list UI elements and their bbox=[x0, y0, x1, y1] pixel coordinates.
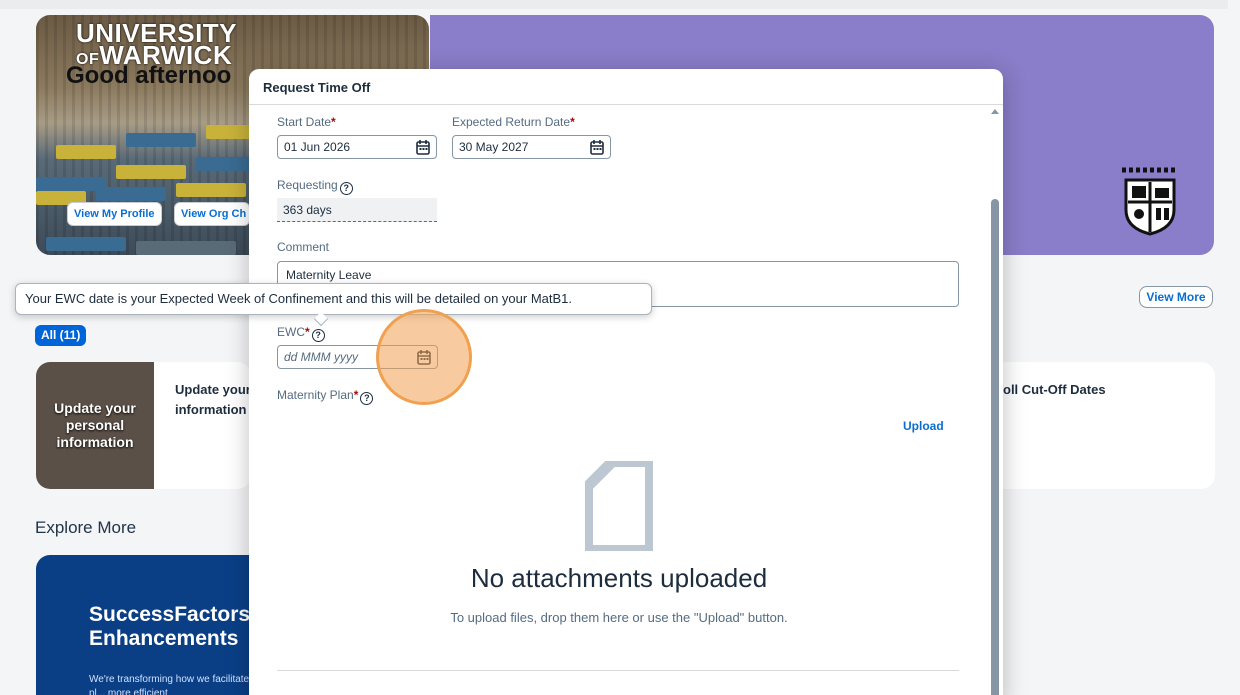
start-date-label: Start Date* bbox=[277, 115, 336, 129]
view-my-profile-button[interactable]: View My Profile bbox=[67, 202, 162, 226]
card-payroll-dates[interactable]: oll Cut-Off Dates bbox=[1003, 362, 1215, 489]
dialog-scrollbar[interactable] bbox=[988, 107, 1002, 695]
click-highlight-marker bbox=[376, 309, 472, 405]
university-crest-icon bbox=[1122, 167, 1178, 236]
divider bbox=[277, 670, 959, 671]
card-thumbnail-image: Update your personal information bbox=[36, 362, 154, 489]
dialog-title: Request Time Off bbox=[263, 80, 371, 95]
calendar-icon[interactable] bbox=[416, 139, 430, 155]
section-title-explore: Explore More bbox=[35, 518, 137, 537]
page-scrollbar[interactable] bbox=[1228, 0, 1240, 695]
help-icon[interactable]: ? bbox=[311, 329, 325, 342]
card-heading: Update your information bbox=[175, 382, 251, 417]
calendar-icon[interactable] bbox=[590, 139, 604, 155]
view-more-button[interactable]: View More bbox=[1139, 286, 1213, 308]
view-org-chart-button[interactable]: View Org Ch bbox=[174, 202, 250, 226]
maternity-plan-label: Maternity Plan*? bbox=[277, 388, 374, 405]
help-icon[interactable]: ? bbox=[339, 182, 353, 195]
requesting-label: Requesting? bbox=[277, 178, 353, 195]
scrollbar-thumb[interactable] bbox=[991, 199, 999, 695]
return-date-field[interactable]: 30 May 2027 bbox=[452, 135, 611, 159]
upload-button[interactable]: Upload bbox=[903, 419, 944, 433]
card-update-info[interactable]: Update your personal information Update … bbox=[36, 362, 251, 489]
start-date-field[interactable]: 01 Jun 2026 bbox=[277, 135, 437, 159]
top-bar bbox=[0, 0, 1240, 9]
help-icon[interactable]: ? bbox=[360, 392, 374, 405]
return-date-label: Expected Return Date* bbox=[452, 115, 575, 129]
comment-label: Comment bbox=[277, 240, 330, 254]
greeting-heading: Good afternoo bbox=[66, 62, 232, 89]
scroll-up-icon[interactable] bbox=[991, 109, 999, 114]
document-icon bbox=[585, 461, 653, 551]
empty-state-subtitle: To upload files, drop them here or use t… bbox=[450, 610, 788, 625]
dialog-header: Request Time Off bbox=[249, 69, 1003, 105]
card-heading: oll Cut-Off Dates bbox=[1003, 382, 1106, 397]
requesting-value: 363 days bbox=[277, 198, 437, 222]
ewc-help-tooltip: Your EWC date is your Expected Week of C… bbox=[15, 283, 652, 327]
request-time-off-dialog: Request Time Off Start Date* 01 Jun 2026… bbox=[249, 69, 1003, 695]
empty-state-title: No attachments uploaded bbox=[470, 563, 768, 593]
ewc-label: EWC*? bbox=[277, 325, 325, 342]
filter-all-tab[interactable]: All (11) bbox=[35, 325, 87, 346]
